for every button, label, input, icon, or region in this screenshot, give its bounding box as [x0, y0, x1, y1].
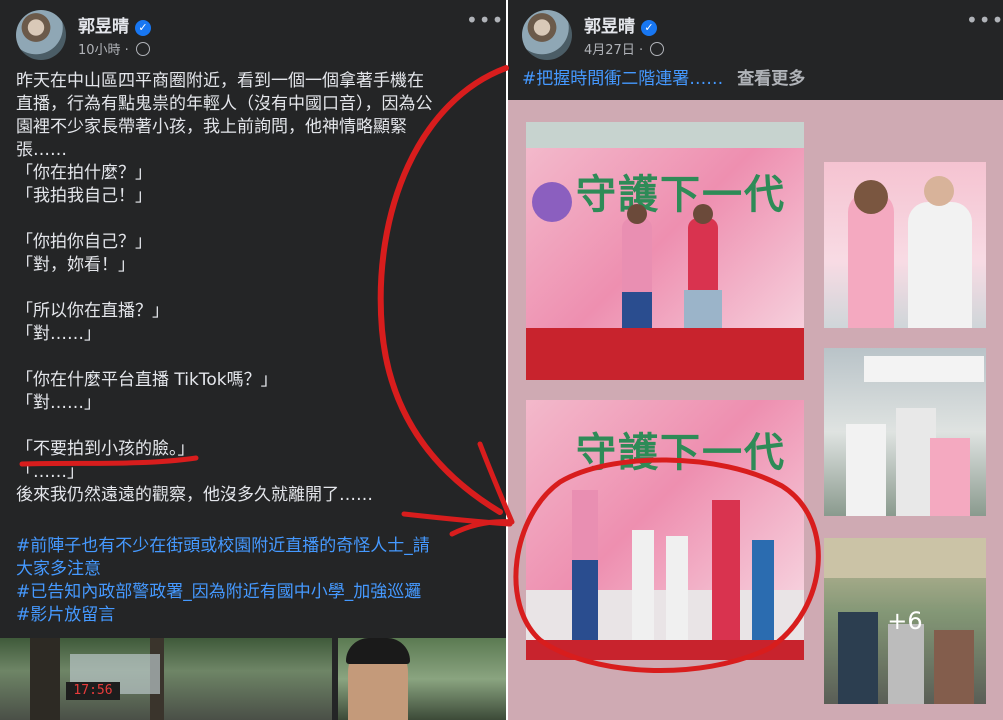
post-hashtags: #前陣子也有不少在街頭或校園附近直播的奇怪人士_請 大家多注意 #已告知內政部警政署…: [16, 535, 494, 627]
strip-clock: 17:56: [66, 682, 120, 700]
post-text-line: 「你在什麼平台直播 TikTok嗎？」: [16, 370, 278, 390]
post-text-line: 「我拍我自己！」: [16, 186, 152, 206]
post-text-line: 「……」: [16, 462, 84, 482]
banner-text: 守護下一代: [576, 172, 786, 218]
post-text-line: 「所以你在直播？」: [16, 301, 169, 321]
post-text-line: 直播，行為有點鬼祟的年輕人（沒有中國口音），因為公: [16, 94, 433, 114]
attached-photo-1[interactable]: 17:56: [0, 638, 332, 720]
gallery-photo-2[interactable]: 守護下一代: [526, 400, 804, 660]
verified-badge-icon: ✓: [641, 20, 657, 36]
post-caption: #把握時間衝二階連署…… 查看更多: [522, 69, 806, 89]
gallery-photo-4[interactable]: [824, 348, 986, 516]
gallery-photo-3[interactable]: [824, 162, 986, 328]
post-text-line: [16, 346, 494, 369]
post-meta: 10小時 ·: [78, 39, 150, 58]
gallery-photo-1[interactable]: 守護下一代: [526, 122, 804, 380]
post-text-line: 園裡不少家長帶著小孩，我上前詢問，他神情略顯緊: [16, 117, 407, 137]
post-text-line: 昨天在中山區四平商圈附近，看到一個一個拿著手機在: [16, 71, 424, 91]
post-text-line: 後來我仍然遠遠的觀察，他沒多久就離開了……: [16, 485, 373, 505]
left-post: 郭昱晴 ✓ 10小時 · ••• 昨天在中山區四平商圈附近，看到一個一個拿著手機在…: [0, 0, 506, 720]
hashtag-link[interactable]: #影片放留言: [16, 604, 494, 627]
post-text-line: 張……: [16, 140, 67, 160]
hashtag-link[interactable]: 大家多注意: [16, 558, 494, 581]
right-post: 郭昱晴 ✓ 4月27日 · ••• #把握時間衝二階連署…… 查看更多 守護下一代 …: [508, 0, 1003, 720]
more-options-icon[interactable]: •••: [466, 8, 504, 32]
globe-icon: [135, 42, 150, 56]
post-meta: 4月27日 ·: [584, 39, 665, 58]
attached-photo-2[interactable]: [338, 638, 506, 720]
post-text-line: [16, 277, 494, 300]
banner-text: 守護下一代: [576, 430, 786, 476]
post-text-line: 「不要拍到小孩的臉。」: [16, 439, 195, 459]
post-text-line: 「你在拍什麼？」: [16, 163, 152, 183]
more-options-icon[interactable]: •••: [966, 8, 1003, 32]
author-avatar[interactable]: [16, 10, 66, 60]
post-text-line: 「你拍你自己？」: [16, 232, 152, 252]
post-time[interactable]: 10小時: [78, 43, 121, 58]
photo-grid: 守護下一代 守護下一代 +6: [508, 100, 1003, 720]
post-text-line: [16, 208, 494, 231]
post-text-line: 「對……」: [16, 393, 101, 413]
author-name[interactable]: 郭昱晴 ✓: [584, 12, 657, 37]
post-text-line: 「對……」: [16, 324, 101, 344]
post-text-line: 「對，妳看！」: [16, 255, 135, 275]
author-avatar[interactable]: [522, 10, 572, 60]
post-text: 昨天在中山區四平商圈附近，看到一個一個拿著手機在 直播，行為有點鬼祟的年輕人（沒有…: [16, 70, 494, 507]
author-name[interactable]: 郭昱晴 ✓: [78, 12, 151, 37]
hashtag-link[interactable]: #已告知內政部警政署_因為附近有國中小學_加強巡邏: [16, 581, 494, 604]
more-photos-count[interactable]: +6: [824, 538, 986, 704]
see-more-link[interactable]: 查看更多: [737, 69, 805, 89]
post-text-line: [16, 415, 494, 438]
verified-badge-icon: ✓: [135, 20, 151, 36]
globe-icon: [650, 42, 665, 56]
post-time[interactable]: 4月27日: [584, 43, 635, 58]
hashtag-link[interactable]: #前陣子也有不少在街頭或校園附近直播的奇怪人士_請: [16, 535, 494, 558]
gallery-photo-5[interactable]: +6: [824, 538, 986, 704]
